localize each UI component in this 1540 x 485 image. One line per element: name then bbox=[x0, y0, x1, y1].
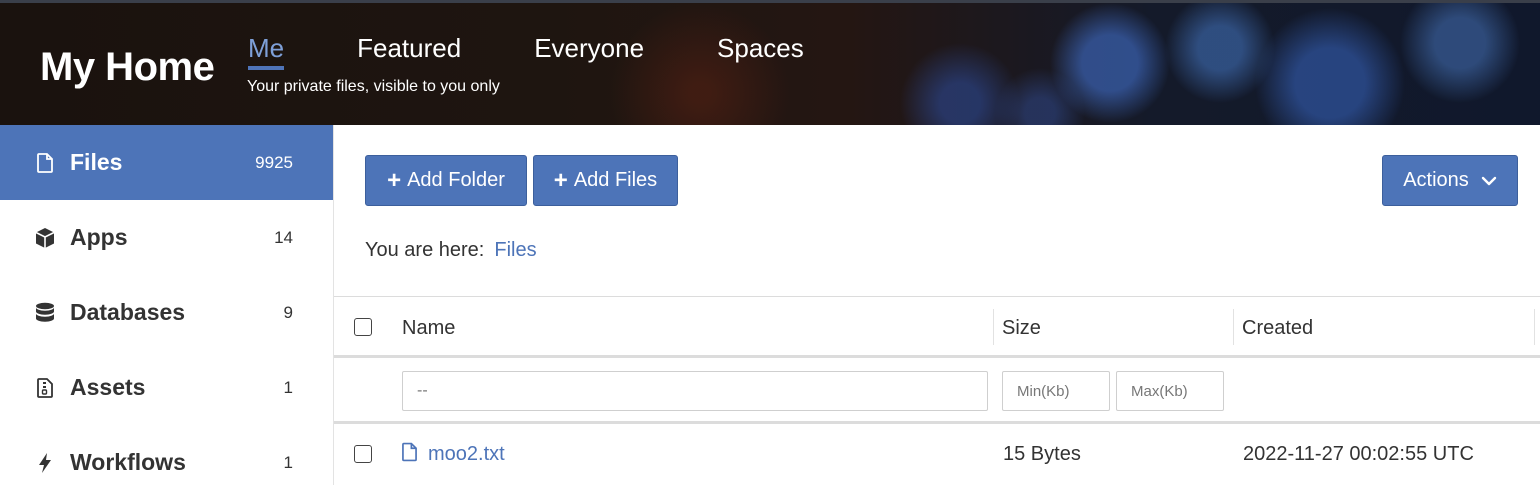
tab-description: Your private files, visible to you only bbox=[247, 78, 500, 95]
table-row[interactable]: moo2.txt 15 Bytes 2022-11-27 00:02:55 UT… bbox=[334, 424, 1540, 485]
sidebar-item-apps[interactable]: Apps 14 bbox=[0, 200, 333, 275]
file-size: 15 Bytes bbox=[1003, 443, 1081, 465]
sidebar-item-count: 1 bbox=[283, 377, 293, 397]
sidebar-item-count: 9 bbox=[283, 302, 293, 322]
column-header-created[interactable]: Created bbox=[1242, 317, 1313, 340]
sidebar-item-label: Databases bbox=[70, 299, 186, 325]
bolt-icon bbox=[34, 451, 56, 475]
actions-button[interactable]: Actions bbox=[1382, 155, 1518, 206]
tab-featured[interactable]: Featured bbox=[357, 33, 461, 64]
filter-row bbox=[334, 358, 1540, 424]
chevron-down-icon bbox=[1481, 176, 1497, 186]
column-header-size[interactable]: Size bbox=[1002, 317, 1041, 340]
size-max-input[interactable] bbox=[1116, 371, 1224, 411]
archive-icon bbox=[34, 376, 56, 400]
tab-spaces[interactable]: Spaces bbox=[717, 33, 804, 64]
file-created: 2022-11-27 00:02:55 UTC bbox=[1243, 443, 1474, 465]
plus-icon: + bbox=[387, 166, 402, 194]
breadcrumb: You are here: Files bbox=[365, 239, 537, 262]
name-filter-input[interactable] bbox=[402, 371, 988, 411]
sidebar-item-label: Assets bbox=[70, 374, 146, 400]
sidebar-item-files[interactable]: Files 9925 bbox=[0, 125, 333, 200]
plus-icon: + bbox=[553, 166, 568, 194]
file-icon bbox=[34, 151, 56, 175]
breadcrumb-link-files[interactable]: Files bbox=[494, 239, 536, 261]
sidebar-item-count: 9925 bbox=[255, 152, 293, 172]
page-title: My Home bbox=[40, 45, 215, 89]
actions-label: Actions bbox=[1403, 169, 1469, 191]
main-content: + Add Folder + Add Files Actions You are… bbox=[333, 125, 1540, 485]
sidebar-item-label: Workflows bbox=[70, 449, 186, 475]
sidebar-item-count: 14 bbox=[274, 227, 293, 247]
breadcrumb-prefix: You are here: bbox=[365, 239, 485, 261]
select-all-checkbox[interactable] bbox=[354, 318, 372, 336]
column-divider bbox=[1534, 309, 1535, 345]
column-divider bbox=[1233, 309, 1234, 345]
cube-icon bbox=[34, 226, 56, 250]
tab-everyone[interactable]: Everyone bbox=[534, 33, 644, 64]
sidebar: Files 9925 Apps 14 Databases 9 Assets 1 … bbox=[0, 125, 333, 485]
tab-me[interactable]: Me bbox=[248, 33, 285, 70]
add-folder-label: Add Folder bbox=[407, 169, 505, 191]
scope-tabs: Me Featured Everyone Spaces bbox=[248, 33, 877, 70]
page-header: My Home Me Featured Everyone Spaces Your… bbox=[0, 0, 1540, 125]
add-files-label: Add Files bbox=[573, 169, 658, 191]
sidebar-item-label: Files bbox=[70, 149, 123, 175]
column-header-name[interactable]: Name bbox=[402, 317, 455, 340]
file-icon bbox=[402, 442, 417, 467]
column-divider bbox=[993, 309, 994, 345]
add-files-button[interactable]: + Add Files bbox=[533, 155, 678, 206]
table-header: Name Size Created bbox=[334, 296, 1540, 358]
file-name-link[interactable]: moo2.txt bbox=[428, 443, 505, 466]
database-icon bbox=[34, 301, 56, 325]
sidebar-item-label: Apps bbox=[70, 224, 128, 250]
size-min-input[interactable] bbox=[1002, 371, 1110, 411]
add-folder-button[interactable]: + Add Folder bbox=[365, 155, 527, 206]
sidebar-item-databases[interactable]: Databases 9 bbox=[0, 275, 333, 350]
sidebar-item-assets[interactable]: Assets 1 bbox=[0, 350, 333, 425]
row-checkbox[interactable] bbox=[354, 445, 372, 463]
sidebar-item-workflows[interactable]: Workflows 1 bbox=[0, 425, 333, 485]
sidebar-item-count: 1 bbox=[283, 452, 293, 472]
